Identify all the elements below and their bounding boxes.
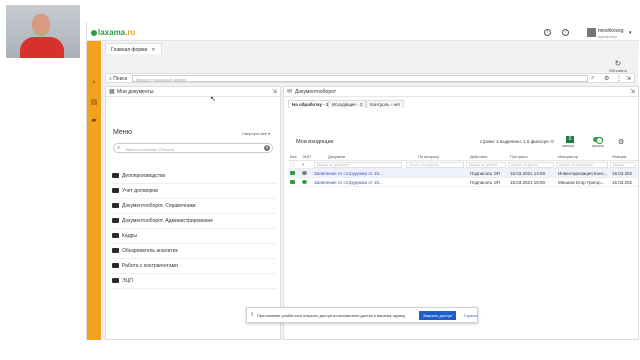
close-icon[interactable]: ✕ [151,47,155,53]
global-search-bar: ⌕ Поиск Введите поисковый запрос ⌕ ⚙ ⋮ ⇲ [105,73,635,83]
tab-strip: Главная форма ✕ [101,41,639,55]
expand-icon[interactable]: ⇲ [272,88,277,95]
avatar [587,28,596,37]
screen-share-toast: ⦀ Приложение youfile.com открыло доступ … [246,307,478,323]
webcam-overlay [6,5,80,58]
mouse-cursor-icon: ↖ [210,96,216,103]
row-stats: строки: 2 выделено: 1 в фильтре: 0 [480,139,554,144]
presenter-face [32,14,50,36]
more-icon[interactable]: ⋮ [616,75,622,82]
toast-message: Приложение youfile.com открыло доступ по… [257,313,406,318]
filter-date-input[interactable]: Искать по датам [508,162,554,168]
panel-header: ▦ Мои документы ⇲ [106,87,280,97]
folder-item[interactable]: Работа с контрагентами [112,259,276,274]
share-icon: ⦀ [251,312,254,318]
menu-search-input[interactable]: ⌕ Ввести название Объекта × [113,143,273,153]
table-row[interactable]: Заявление от сотрудника от 15... Подписа… [288,178,638,187]
folder-icon [112,233,119,238]
folder-item[interactable]: ЭЦП [112,274,276,289]
settings-icon[interactable]: ⚙ [604,75,609,82]
info-icon[interactable]: i [544,29,551,36]
folder-icon [112,188,119,193]
chevron-down-icon: ▾ [629,30,632,36]
column-header[interactable]: ЭЦП [302,154,311,159]
pin-icon[interactable]: ⇲ [626,75,631,82]
folder-item[interactable]: Учет договоров [112,184,276,199]
search-label: ⌕ Поиск [109,76,128,82]
presenter-shirt [20,37,64,58]
status-icon [290,180,295,184]
folder-icon[interactable]: ▰ [90,117,98,124]
gear-icon[interactable]: ⚙ [618,138,624,146]
folder-list: Делопроизводство Учет договоров Документ… [112,169,276,289]
folder-item[interactable]: Документооборот. Администрирование [112,214,276,229]
column-header[interactable]: Инициатор [558,154,578,159]
folder-item[interactable]: Делопроизводство [112,169,276,184]
checkbox[interactable]: ▢ [290,162,295,168]
search-icon: ⌕ [117,145,121,151]
column-header[interactable]: Инициа [612,154,626,159]
folder-icon [112,278,119,283]
filter-action-input[interactable]: Искать по действ [466,162,506,168]
hide-button[interactable]: Скрыть [464,313,478,318]
folder-item[interactable]: Обозреватель аналитик [112,244,276,259]
left-sidebar: ⌕ ▤ ▰ [87,41,101,340]
folder-icon [112,173,119,178]
filter-row: ▢ ▾ Искать по документ Искать по вопросу… [288,161,638,169]
refresh-button[interactable]: ↻ Обновить [607,59,629,73]
folder-icon [112,203,119,208]
column-header[interactable]: Действие [470,154,488,159]
collapse-all-button[interactable]: Свернуть все ▾ [242,131,270,136]
signature-icon [302,180,307,184]
search-submit-icon[interactable]: ⌕ [591,75,594,82]
document-flow-panel: ✉ Документооборот ⇲ На обработку - 2 Исх… [283,86,639,340]
inbox-table: Все ЭЦП Документ По вопросу Действие Пос… [288,153,638,187]
clear-icon[interactable]: × [264,145,270,151]
tab-main-form[interactable]: Главная форма ✕ [105,43,162,54]
panel-header: ✉ Документооборот ⇲ [284,87,638,97]
table-row[interactable]: Заявление от сотрудника от 15... Подписа… [288,169,638,178]
menu-title: Меню [113,129,132,136]
excel-icon[interactable]: X [566,136,574,143]
inbox-title: Мои входящие [296,139,334,145]
help-icon[interactable]: ? [562,29,569,36]
folder-item[interactable]: Кадры [112,229,276,244]
filter-toggle[interactable] [593,137,603,144]
stop-sharing-button[interactable]: Закрыть доступ [419,311,457,320]
table-header: Все ЭЦП Документ По вопросу Действие Пос… [288,153,638,161]
user-role: Бухгалтер [598,34,617,39]
folder-icon [112,248,119,253]
status-icon [290,171,295,175]
filter-label: фильтр [592,144,604,148]
filter-initiator-input[interactable]: Искать по инициатор [556,162,608,168]
tab-to-process[interactable]: На обработку - 2 [288,100,333,108]
filter-initiated-input[interactable]: Искать [610,162,636,168]
export-button[interactable]: экспорт [562,144,574,148]
expand-icon[interactable]: ⇲ [630,88,635,95]
folder-item[interactable]: Документооборот. Справочники [112,199,276,214]
calendar-icon[interactable]: ▤ [90,99,98,106]
tab-control[interactable]: Контроль - нет [366,100,405,108]
column-header[interactable]: Поступил [510,154,528,159]
signature-icon [302,171,307,175]
search-icon[interactable]: ⌕ [90,79,98,86]
brand-logo[interactable]: laxama.ru [91,28,135,37]
folder-icon [112,218,119,223]
my-documents-panel: ▦ Мои документы ⇲ Меню Свернуть все ▾ ⌕ … [105,86,281,340]
column-header[interactable]: По вопросу [418,154,439,159]
refresh-icon: ↻ [614,59,622,68]
filter-question-input[interactable]: Искать по вопросу [406,162,464,168]
top-bar: laxama.ru i ? meshkoveg Бухгалтер ▾ [87,22,639,41]
filter-document-input[interactable]: Искать по документ [314,162,402,168]
documents-icon: ▦ [109,89,115,95]
search-input[interactable]: Введите поисковый запрос [132,75,588,82]
column-header[interactable]: Документ [328,154,346,159]
app-window: laxama.ru i ? meshkoveg Бухгалтер ▾ ⌕ ▤ … [86,22,639,340]
mail-icon: ✉ [287,89,293,95]
tab-outgoing[interactable]: Исходящие - 3 [328,100,367,108]
logo-mark-icon [91,29,97,36]
column-header[interactable]: Все [290,154,297,159]
folder-icon [112,263,119,268]
filter-icon[interactable]: ▾ [302,162,305,168]
